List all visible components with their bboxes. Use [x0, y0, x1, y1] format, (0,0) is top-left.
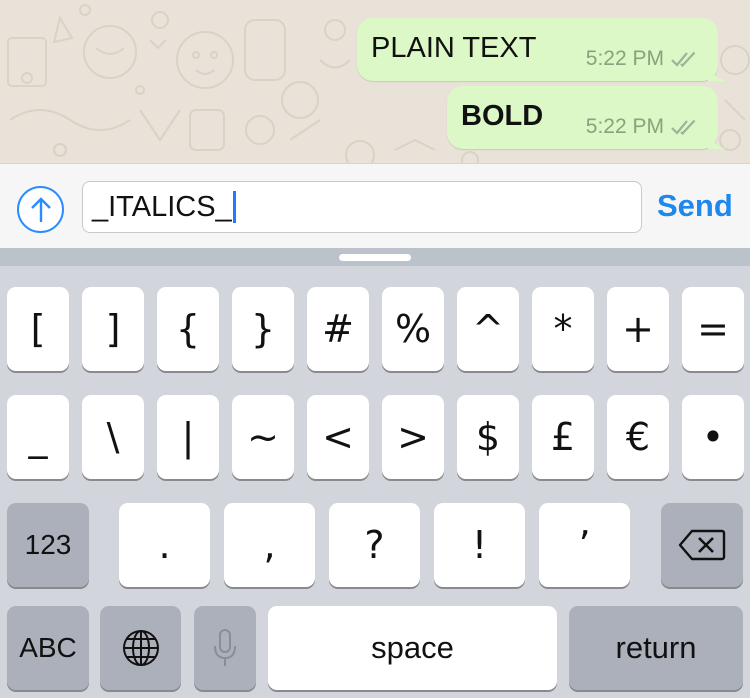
message-meta: 5:22 PM: [586, 115, 698, 139]
message-meta: 5:22 PM: [586, 47, 698, 71]
globe-icon: [122, 630, 159, 666]
message-input[interactable]: _ITALICS_: [82, 181, 642, 233]
globe-key[interactable]: [100, 606, 181, 690]
key[interactable]: #: [307, 287, 369, 371]
attach-button[interactable]: [17, 186, 64, 233]
key[interactable]: €: [607, 395, 669, 479]
key[interactable]: £: [532, 395, 594, 479]
key[interactable]: |: [157, 395, 219, 479]
chat-area: PLAIN TEXT 5:22 PM BOLD 5:22 PM: [0, 0, 750, 163]
key[interactable]: =: [682, 287, 744, 371]
key[interactable]: +: [607, 287, 669, 371]
microphone-icon: [214, 629, 236, 666]
bubble-tail: [708, 65, 726, 81]
message-composer: _ITALICS_ Send: [0, 163, 750, 248]
key[interactable]: <: [307, 395, 369, 479]
key[interactable]: *: [532, 287, 594, 371]
key[interactable]: ’: [539, 503, 630, 587]
key[interactable]: >: [382, 395, 444, 479]
key[interactable]: !: [434, 503, 525, 587]
key[interactable]: $: [457, 395, 519, 479]
key[interactable]: }: [232, 287, 294, 371]
send-button[interactable]: Send: [657, 188, 733, 224]
key[interactable]: •: [682, 395, 744, 479]
key[interactable]: ,: [224, 503, 315, 587]
message-text: BOLD: [461, 100, 544, 132]
key[interactable]: ~: [232, 395, 294, 479]
key[interactable]: ]: [82, 287, 144, 371]
key[interactable]: .: [119, 503, 210, 587]
space-key[interactable]: space: [268, 606, 557, 690]
key[interactable]: ?: [329, 503, 420, 587]
return-key[interactable]: return: [569, 606, 743, 690]
keyboard: [ ] { } # % ^ * + = _ \ | ~ < > $ £ € • …: [0, 248, 750, 698]
numbers-mode-key[interactable]: 123: [7, 503, 89, 587]
message-text: PLAIN TEXT: [371, 32, 537, 64]
message-time: 5:22 PM: [585, 47, 664, 70]
backspace-icon: [678, 529, 726, 561]
text-caret: [232, 191, 236, 223]
key[interactable]: \: [82, 395, 144, 479]
key[interactable]: {: [157, 287, 219, 371]
delete-key[interactable]: [661, 503, 743, 587]
keyboard-grabber[interactable]: [339, 254, 411, 261]
key[interactable]: ^: [457, 287, 519, 371]
key[interactable]: _: [7, 395, 69, 479]
message-time: 5:22 PM: [585, 115, 664, 138]
key[interactable]: %: [382, 287, 444, 371]
double-check-icon: [671, 51, 696, 67]
dictation-key[interactable]: [194, 606, 256, 690]
keyboard-handle-bar: [0, 248, 750, 266]
key[interactable]: [: [7, 287, 69, 371]
message-bubble[interactable]: BOLD 5:22 PM: [447, 86, 726, 149]
bubble-tail: [708, 133, 726, 149]
abc-mode-key[interactable]: ABC: [7, 606, 89, 690]
double-check-icon: [671, 119, 696, 135]
message-input-value: _ITALICS_: [92, 190, 232, 223]
arrow-up-circle-icon: [30, 196, 51, 222]
message-bubble[interactable]: PLAIN TEXT 5:22 PM: [357, 18, 726, 81]
